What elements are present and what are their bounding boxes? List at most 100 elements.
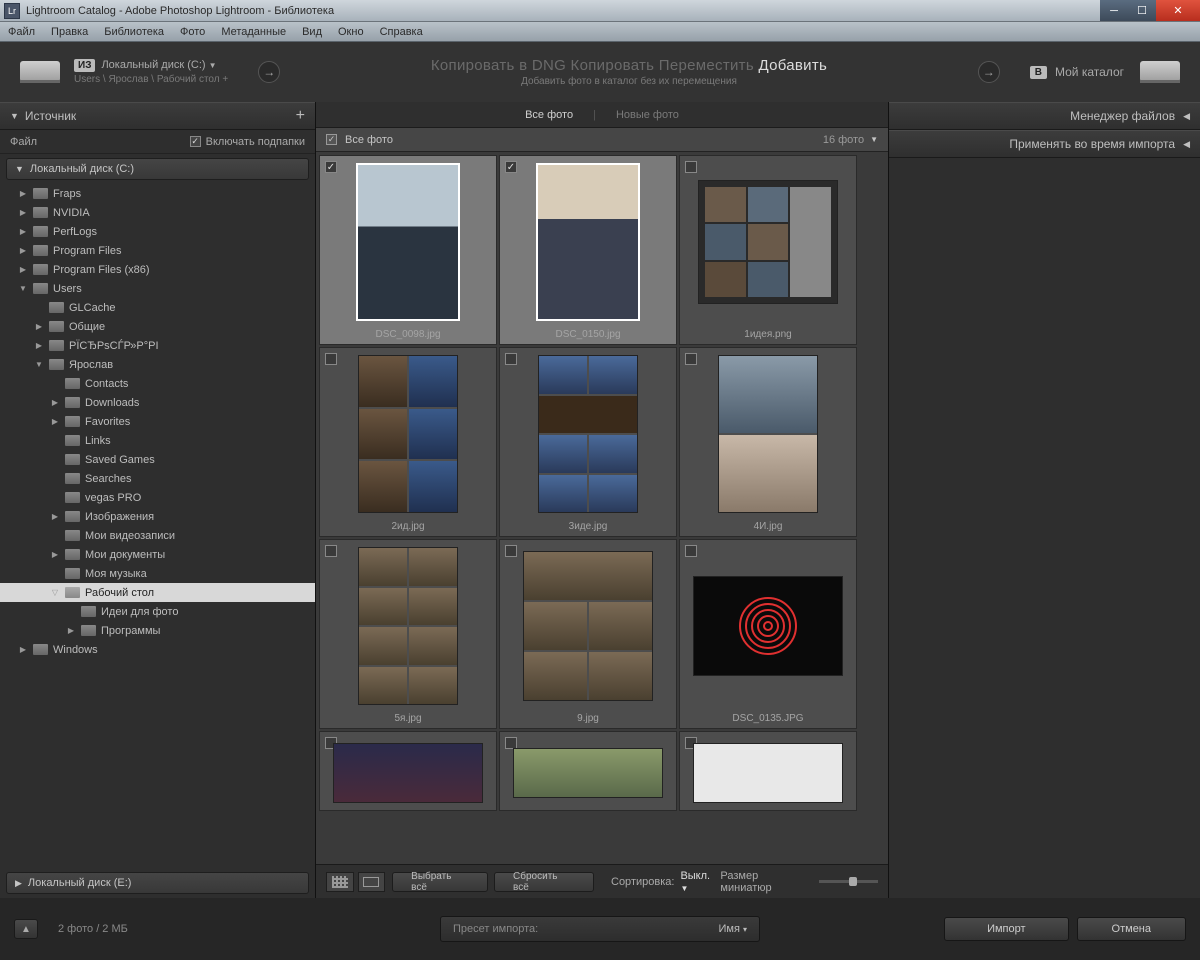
deselect-all-button[interactable]: Сбросить всё — [494, 872, 594, 892]
spiral-icon — [733, 591, 803, 661]
tree-node[interactable]: vegas PRO — [0, 488, 315, 507]
sort-value[interactable]: Выкл. ▼ — [680, 870, 720, 894]
tree-node[interactable]: Saved Games — [0, 450, 315, 469]
tree-node[interactable]: ▼Users — [0, 279, 315, 298]
import-preset-dropdown[interactable]: Пресет импорта: Имя ▾ — [440, 916, 760, 942]
tab-new-photos[interactable]: Новые фото — [606, 109, 689, 121]
thumbnail-cell[interactable] — [679, 731, 857, 811]
tree-node[interactable]: ▶Fraps — [0, 184, 315, 203]
menu-window[interactable]: Окно — [330, 26, 372, 38]
drive-e-header[interactable]: ▶Локальный диск (E:) — [6, 872, 309, 894]
tree-node[interactable]: Мои видеозаписи — [0, 526, 315, 545]
thumbnail-cell[interactable]: 1идея.png — [679, 155, 857, 345]
triangle-left-icon: ◀ — [1183, 139, 1190, 150]
grid-toolbar: Выбрать всё Сбросить всё Сортировка: Вык… — [316, 864, 888, 898]
sort-label: Сортировка: — [611, 876, 674, 888]
loupe-view-button[interactable] — [358, 872, 386, 892]
option-add[interactable]: Добавить — [758, 57, 827, 74]
nav-arrow-left[interactable]: → — [258, 61, 280, 83]
nav-arrow-right[interactable]: → — [978, 61, 1000, 83]
window-titlebar: Lr Lightroom Catalog - Adobe Photoshop L… — [0, 0, 1200, 22]
photo-count: 16 фото — [823, 134, 864, 146]
thumbnail-cell[interactable]: 3иде.jpg — [499, 347, 677, 537]
tree-node[interactable]: ▶Общие — [0, 317, 315, 336]
option-copy-dng[interactable]: Копировать в DNG — [431, 57, 566, 74]
destination-label[interactable]: Мой каталог — [1055, 65, 1124, 79]
source-drive-label[interactable]: Локальный диск (C:) — [101, 59, 205, 71]
tree-node[interactable]: ▶Program Files (x86) — [0, 260, 315, 279]
tree-node[interactable]: ▶NVIDIA — [0, 203, 315, 222]
tree-node[interactable]: ▶РЇСЂРѕСЃР»Р°РІ — [0, 336, 315, 355]
menu-file[interactable]: Файл — [0, 26, 43, 38]
dest-drive-icon — [1140, 61, 1180, 83]
thumbnail-cell[interactable]: 5я.jpg — [319, 539, 497, 729]
tree-node[interactable]: ▶Downloads — [0, 393, 315, 412]
lightroom-icon: Lr — [4, 3, 20, 19]
grid-view-button[interactable] — [326, 872, 354, 892]
cancel-button[interactable]: Отмена — [1077, 917, 1186, 941]
triangle-left-icon: ◀ — [1183, 111, 1190, 122]
tree-node[interactable]: ▶Программы — [0, 621, 315, 640]
to-badge: В — [1030, 66, 1047, 79]
bottom-bar: ▲ 2 фото / 2 МБ Пресет импорта: Имя ▾ Им… — [0, 898, 1200, 960]
tab-all-photos[interactable]: Все фото — [515, 109, 583, 121]
thumbnail-cell[interactable] — [499, 731, 677, 811]
option-move[interactable]: Переместить — [659, 57, 754, 74]
panel-file-manager-header[interactable]: Менеджер файлов◀ — [889, 102, 1200, 130]
menu-metadata[interactable]: Метаданные — [213, 26, 294, 38]
tree-node[interactable]: ▶Мои документы — [0, 545, 315, 564]
tree-node[interactable]: ▼Ярослав — [0, 355, 315, 374]
option-subtitle: Добавить фото в каталог без их перемещен… — [310, 76, 948, 87]
thumbnail-cell[interactable]: DSC_0135.JPG — [679, 539, 857, 729]
tree-node[interactable]: ▶Изображения — [0, 507, 315, 526]
tree-node[interactable]: ▶Program Files — [0, 241, 315, 260]
window-minimize-button[interactable]: ─ — [1100, 0, 1128, 21]
menu-photo[interactable]: Фото — [172, 26, 213, 38]
include-subfolders-checkbox[interactable]: ✓Включать подпапки — [190, 136, 305, 148]
chevron-down-icon[interactable]: ▼ — [870, 135, 878, 144]
menu-edit[interactable]: Правка — [43, 26, 96, 38]
menu-view[interactable]: Вид — [294, 26, 330, 38]
from-badge: ИЗ — [74, 59, 95, 72]
panel-source-header[interactable]: ▼ Источник + — [0, 102, 315, 130]
selection-status: 2 фото / 2 МБ — [58, 923, 128, 935]
menu-library[interactable]: Библиотека — [96, 26, 172, 38]
menu-help[interactable]: Справка — [372, 26, 431, 38]
tree-node[interactable]: ▶PerfLogs — [0, 222, 315, 241]
select-all-button[interactable]: Выбрать всё — [392, 872, 488, 892]
thumbnail-cell[interactable]: ✓ DSC_0098.jpg — [319, 155, 497, 345]
tree-node[interactable]: ▶Favorites — [0, 412, 315, 431]
tree-node[interactable]: Searches — [0, 469, 315, 488]
thumbnail-cell[interactable]: 4И.jpg — [679, 347, 857, 537]
panel-apply-import-header[interactable]: Применять во время импорта◀ — [889, 130, 1200, 158]
select-all-checkbox[interactable]: ✓ — [326, 134, 337, 145]
import-topbar: ИЗЛокальный диск (C:) ▼ Users \ Ярослав … — [0, 42, 1200, 102]
menubar: Файл Правка Библиотека Фото Метаданные В… — [0, 22, 1200, 42]
source-path: Users \ Ярослав \ Рабочий стол + — [74, 74, 228, 85]
add-source-icon[interactable]: + — [296, 107, 305, 125]
drive-c-header[interactable]: ▼Локальный диск (C:) — [6, 158, 309, 180]
thumb-size-label: Размер миниатюр — [720, 870, 811, 894]
import-button[interactable]: Импорт — [944, 917, 1068, 941]
triangle-down-icon: ▼ — [10, 111, 19, 121]
file-label: Файл — [10, 136, 37, 148]
tree-node[interactable]: GLCache — [0, 298, 315, 317]
folder-tree: ▶Fraps ▶NVIDIA ▶PerfLogs ▶Program Files … — [0, 184, 315, 868]
tree-node[interactable]: Contacts — [0, 374, 315, 393]
option-copy[interactable]: Копировать — [571, 57, 655, 74]
thumbnail-cell[interactable] — [319, 731, 497, 811]
tree-node[interactable]: Моя музыка — [0, 564, 315, 583]
window-maximize-button[interactable]: ☐ — [1128, 0, 1156, 21]
tree-node[interactable]: Links — [0, 431, 315, 450]
filmstrip-toggle-button[interactable]: ▲ — [14, 919, 38, 939]
tree-node[interactable]: Идеи для фото — [0, 602, 315, 621]
source-drive-icon — [20, 61, 60, 83]
thumbnail-cell[interactable]: 9.jpg — [499, 539, 677, 729]
tree-node-selected[interactable]: ▽Рабочий стол — [0, 583, 315, 602]
tree-node[interactable]: ▶Windows — [0, 640, 315, 659]
grid-title: Все фото — [345, 134, 393, 146]
window-close-button[interactable]: ✕ — [1156, 0, 1200, 21]
thumb-size-slider[interactable] — [819, 880, 878, 883]
thumbnail-cell[interactable]: 2ид.jpg — [319, 347, 497, 537]
thumbnail-cell[interactable]: ✓ DSC_0150.jpg — [499, 155, 677, 345]
